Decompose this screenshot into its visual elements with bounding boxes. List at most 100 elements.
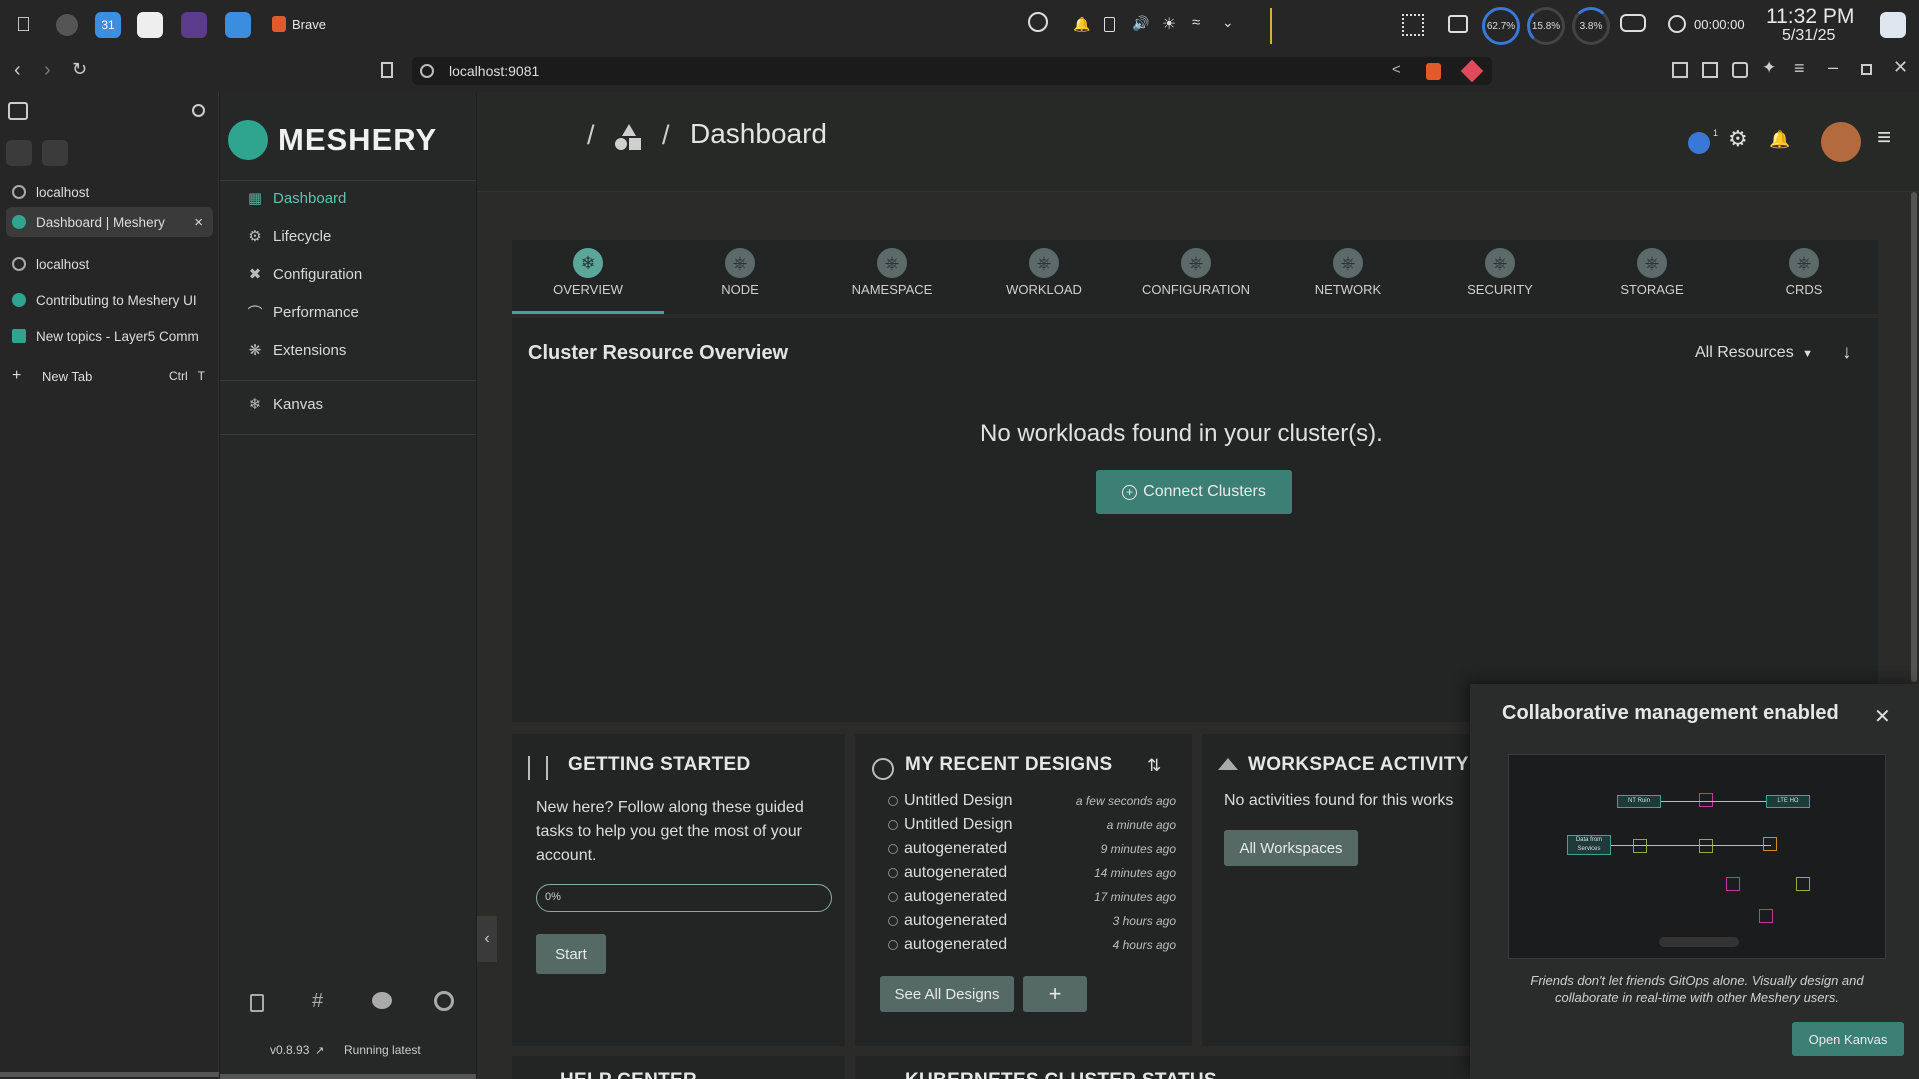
browser-tab[interactable]: New topics - Layer5 Comm xyxy=(6,321,213,351)
tab-workload[interactable]: ⎈ WORKLOAD xyxy=(968,240,1120,314)
nav-scrollbar[interactable] xyxy=(220,1074,476,1079)
pinned-tab-globe-icon[interactable] xyxy=(42,140,68,166)
avatar[interactable] xyxy=(1821,122,1861,162)
nav-item-lifecycle[interactable]: ⚙ Lifecycle xyxy=(246,222,331,250)
version-link[interactable]: v0.8.93 xyxy=(270,1043,309,1057)
brave-rewards-icon[interactable] xyxy=(1460,59,1484,83)
nav-item-dashboard[interactable]: ▦ Dashboard xyxy=(246,184,346,212)
finder-icon[interactable] xyxy=(56,14,78,36)
calendar-icon[interactable]: 31 xyxy=(95,12,121,38)
tab-configuration[interactable]: ⎈ CONFIGURATION xyxy=(1120,240,1272,314)
browser-tab[interactable]: localhost xyxy=(6,177,213,207)
list-item[interactable]: Untitled Design a minute ago xyxy=(888,814,1176,836)
bell-icon[interactable]: 🔔 xyxy=(1073,16,1090,33)
meshery-logo[interactable]: MESHERY xyxy=(228,120,437,160)
nav-item-configuration[interactable]: ✖ Configuration xyxy=(246,260,363,288)
forward-icon[interactable]: › xyxy=(44,59,51,82)
site-info-icon[interactable] xyxy=(420,64,434,78)
new-tab-button[interactable]: + New Tab Ctrl T xyxy=(6,361,213,391)
brave-icon[interactable] xyxy=(272,16,286,32)
bell-icon[interactable]: 🔔 xyxy=(1769,130,1790,150)
search-icon[interactable] xyxy=(1028,12,1048,32)
tab-storage[interactable]: ⎈ STORAGE xyxy=(1576,240,1728,314)
close-tab-icon[interactable]: × xyxy=(194,214,203,231)
close-window-icon[interactable]: ✕ xyxy=(1893,57,1908,78)
wallet-icon[interactable] xyxy=(1732,62,1748,78)
kubernetes-status-card: KUBERNETES CLUSTER STATUS xyxy=(855,1056,1470,1079)
shapes-icon[interactable] xyxy=(615,124,643,150)
tab-namespace[interactable]: ⎈ NAMESPACE xyxy=(816,240,968,314)
grid-icon[interactable] xyxy=(1402,14,1424,36)
add-design-button[interactable]: + xyxy=(1023,976,1087,1012)
files-icon[interactable] xyxy=(225,12,251,38)
list-item[interactable]: autogenerated 4 hours ago xyxy=(888,934,1176,956)
resource-filter-select[interactable]: All Resources ▼ xyxy=(1695,344,1813,362)
preview-node: LTE HO xyxy=(1766,795,1810,808)
see-all-designs-button[interactable]: See All Designs xyxy=(880,976,1014,1012)
list-item[interactable]: autogenerated 17 minutes ago xyxy=(888,886,1176,908)
slack-icon[interactable]: # xyxy=(312,990,323,1013)
control-center-icon[interactable] xyxy=(1880,12,1906,38)
tab-overview[interactable]: ❄ OVERVIEW xyxy=(512,240,664,314)
bookmark-icon[interactable] xyxy=(381,62,393,78)
sort-icon[interactable]: ⇅ xyxy=(1147,756,1161,776)
start-button[interactable]: Start xyxy=(536,934,606,974)
reload-icon[interactable]: ↻ xyxy=(72,59,87,80)
sidebar-panel-icon[interactable] xyxy=(1702,62,1718,78)
docs-icon[interactable] xyxy=(250,994,264,1012)
timer-icon[interactable] xyxy=(1668,15,1686,33)
car-icon[interactable] xyxy=(1620,14,1646,32)
tab-crds[interactable]: ⎈ CRDS xyxy=(1728,240,1880,314)
apple-icon[interactable]:  xyxy=(16,14,36,36)
brightness-icon[interactable]: ☀ xyxy=(1162,14,1176,34)
app-icon[interactable] xyxy=(181,12,207,38)
settings-icon[interactable]: ⚙ xyxy=(1728,126,1748,152)
main-scrollbar[interactable] xyxy=(1911,192,1917,682)
minimize-icon[interactable]: – xyxy=(1828,57,1838,78)
tab-network[interactable]: ⎈ NETWORK xyxy=(1272,240,1424,314)
nav-item-performance[interactable]: ⌒ Performance xyxy=(246,298,358,326)
clipboard-icon[interactable] xyxy=(1104,17,1115,32)
list-item[interactable]: autogenerated 9 minutes ago xyxy=(888,838,1176,860)
address-bar[interactable]: localhost:9081 < xyxy=(412,57,1492,85)
tab-sidebar-toggle-icon[interactable] xyxy=(1672,62,1688,78)
tab-node[interactable]: ⎈ NODE xyxy=(664,240,816,314)
connections-icon[interactable] xyxy=(1688,132,1710,154)
media-icon[interactable] xyxy=(1448,15,1468,33)
back-icon[interactable]: ‹ xyxy=(14,59,21,82)
github-icon[interactable] xyxy=(434,991,454,1011)
connect-clusters-button[interactable]: + Connect Clusters xyxy=(1096,470,1292,514)
download-icon[interactable]: ↓ xyxy=(1842,342,1852,364)
browser-tab-active[interactable]: Dashboard | Meshery × xyxy=(6,207,213,237)
tab-scrollbar[interactable] xyxy=(0,1072,219,1077)
vertical-tabs-icon[interactable] xyxy=(8,102,28,120)
volume-icon[interactable]: 🔊 xyxy=(1132,15,1149,32)
popup-close-icon[interactable]: ✕ xyxy=(1874,704,1891,729)
all-workspaces-button[interactable]: All Workspaces xyxy=(1224,830,1358,866)
nav-item-kanvas[interactable]: ❄ Kanvas xyxy=(246,390,323,418)
brave-shields-icon[interactable] xyxy=(1426,63,1441,80)
performance-icon: ⌒ xyxy=(247,304,263,322)
browser-tab[interactable]: Contributing to Meshery UI xyxy=(6,285,213,315)
list-item[interactable]: autogenerated 14 minutes ago xyxy=(888,862,1176,884)
list-item[interactable]: Untitled Design a few seconds ago xyxy=(888,790,1176,812)
chevron-down-icon[interactable]: ⌄ xyxy=(1222,14,1234,31)
browser-tab[interactable]: localhost xyxy=(6,249,213,279)
nav-item-extensions[interactable]: ❋ Extensions xyxy=(246,336,347,364)
notes-icon[interactable] xyxy=(137,12,163,38)
bullet-icon xyxy=(888,868,898,878)
pinned-tab-meshery-icon[interactable] xyxy=(6,140,32,166)
url-text[interactable]: localhost:9081 xyxy=(449,63,539,79)
hamburger-menu-icon[interactable]: ≡ xyxy=(1877,124,1891,152)
chat-icon[interactable] xyxy=(372,992,392,1009)
tab-search-icon[interactable] xyxy=(192,104,205,117)
collapse-sidebar-button[interactable]: ‹ xyxy=(477,916,497,962)
menu-icon[interactable]: ≡ xyxy=(1794,58,1805,79)
share-icon[interactable]: < xyxy=(1392,61,1401,78)
open-kanvas-button[interactable]: Open Kanvas xyxy=(1792,1022,1904,1056)
wifi-icon[interactable]: ≈ xyxy=(1192,14,1200,31)
tab-security[interactable]: ⎈ SECURITY xyxy=(1424,240,1576,314)
leo-icon[interactable]: ✦ xyxy=(1762,58,1776,78)
list-item[interactable]: autogenerated 3 hours ago xyxy=(888,910,1176,932)
maximize-icon[interactable] xyxy=(1861,64,1872,75)
